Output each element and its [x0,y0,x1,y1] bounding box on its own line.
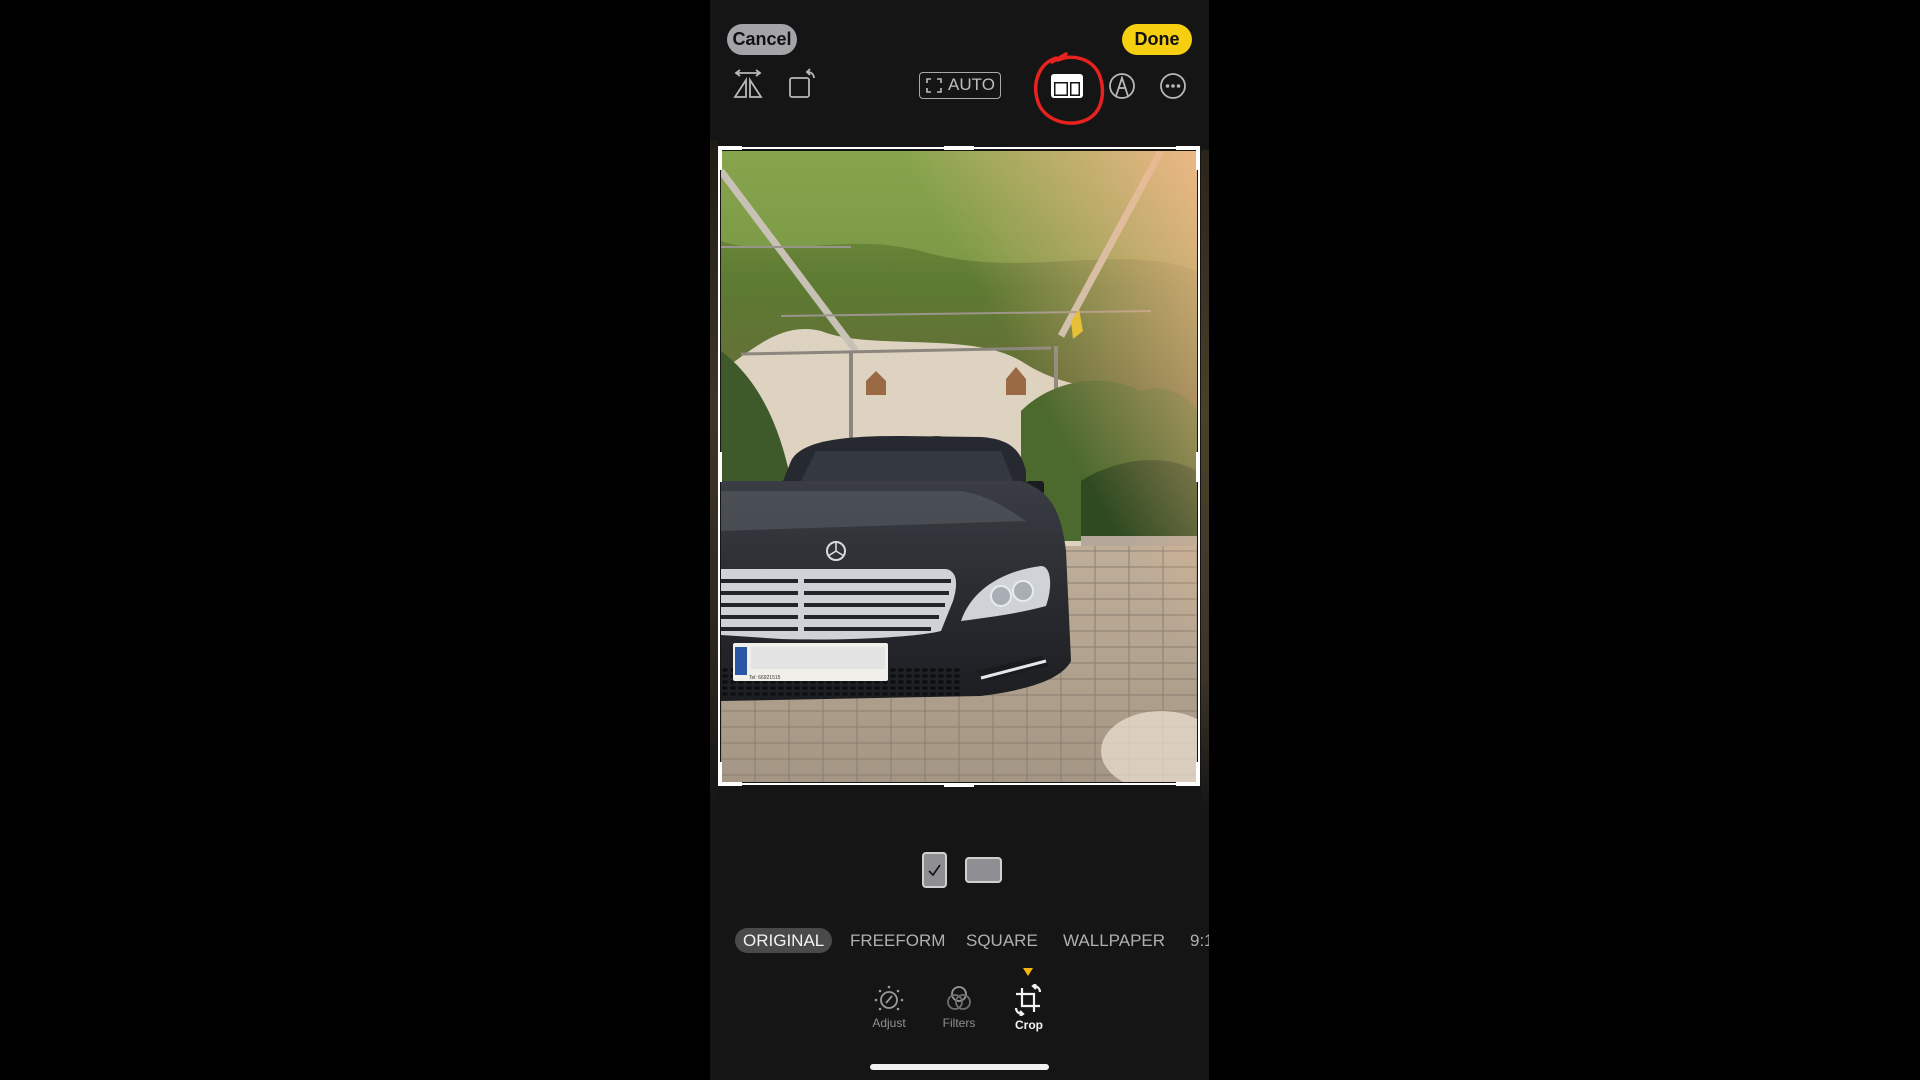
filters-circles-icon [947,986,971,1010]
aspect-preset-bar: ORIGINAL FREEFORM SQUARE WALLPAPER 9:16 [710,926,1209,956]
flip-horizontal-icon[interactable] [732,69,764,99]
cancel-button[interactable]: Cancel [727,24,797,55]
preset-original[interactable]: ORIGINAL [735,928,833,953]
preset-freeform[interactable]: FREEFORM [850,928,945,953]
tab-adjust-label: Adjust [872,1016,906,1030]
crop-handle-right[interactable] [1196,452,1200,482]
crop-rotate-icon [1014,984,1042,1016]
home-indicator[interactable] [870,1064,1049,1070]
tab-filters-label: Filters [942,1016,976,1030]
crop-handle-bottom-left[interactable] [718,762,742,786]
orientation-landscape-button[interactable] [965,857,1002,883]
image-overflow-right [1201,150,1209,810]
adjust-dial-icon [874,985,904,1011]
photo-editor-screen: Cancel Done AUTO ORIGINAL FREEFORM SQUAR… [710,0,1209,1080]
photo-canvas[interactable]: Tel: 66921515 [721,151,1197,782]
image-overflow-left [710,140,718,810]
markup-pen-icon[interactable] [1108,72,1136,100]
crop-handle-left[interactable] [718,452,722,482]
auto-label: AUTO [948,75,995,94]
orientation-portrait-button[interactable] [922,852,947,888]
tab-crop-label: Crop [1015,1018,1043,1032]
rotate-left-icon[interactable] [788,68,818,99]
active-tab-indicator [1023,968,1033,976]
preset-square[interactable]: SQUARE [966,928,1038,953]
crop-handle-top-right[interactable] [1176,146,1200,170]
tab-filters[interactable]: Filters [929,984,989,1030]
crop-handle-bottom-right[interactable] [1176,762,1200,786]
preset-wallpaper[interactable]: WALLPAPER [1063,928,1165,953]
preset-9-16[interactable]: 9:16 [1190,928,1209,953]
checkmark-icon [928,864,941,877]
aspect-ratio-icon[interactable] [1050,73,1084,99]
tab-adjust[interactable]: Adjust [859,984,919,1030]
crop-handle-top-left[interactable] [718,146,742,170]
auto-straighten-icon [926,78,942,93]
more-ellipsis-icon[interactable] [1159,72,1187,100]
done-button[interactable]: Done [1122,24,1192,55]
auto-straighten-button[interactable]: AUTO [919,72,1001,99]
crop-handle-bottom[interactable] [944,783,974,787]
tab-crop[interactable]: Crop [999,984,1059,1032]
crop-handle-top[interactable] [944,146,974,150]
